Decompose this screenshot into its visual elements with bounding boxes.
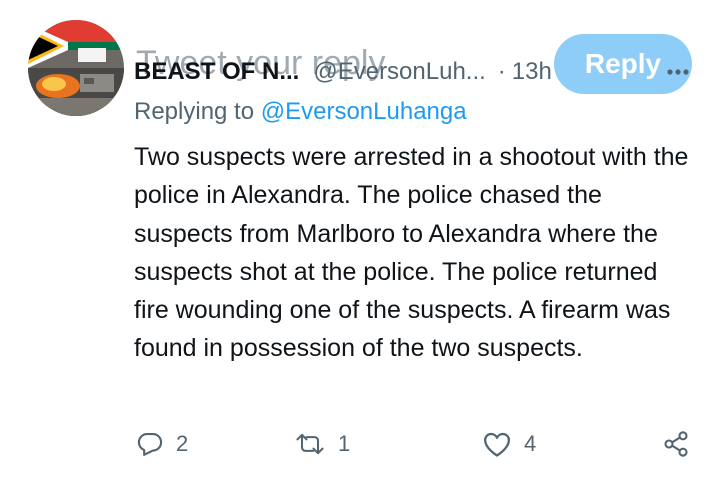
- tweet-header: BEAST OF N... @EversonLuh... · 13h: [134, 52, 694, 92]
- separator-dot: ·: [497, 58, 506, 85]
- share-icon: [664, 431, 688, 457]
- display-name[interactable]: BEAST OF N...: [134, 58, 299, 86]
- reply-bubble-icon: [137, 433, 163, 456]
- reply-count: 2: [176, 431, 189, 456]
- more-horizontal-icon: [667, 69, 689, 75]
- like-action-button[interactable]: 4: [482, 424, 536, 464]
- like-count: 4: [524, 431, 537, 456]
- replying-to-mention[interactable]: @EversonLuhanga: [261, 98, 467, 125]
- heart-icon: [484, 432, 510, 457]
- retweet-count: 1: [338, 431, 351, 456]
- tweet-text: Two suspects were arrested in a shootout…: [134, 143, 689, 363]
- retweet-icon: [296, 433, 324, 455]
- reply-action-button[interactable]: 2: [136, 424, 188, 464]
- user-handle[interactable]: @EversonLuh...: [313, 58, 485, 86]
- tweet-action-bar: 2 1 4: [134, 424, 694, 464]
- more-options-button[interactable]: [664, 58, 692, 86]
- avatar[interactable]: [28, 20, 124, 116]
- tweet-timestamp[interactable]: 13h: [512, 58, 552, 86]
- retweet-action-button[interactable]: 1: [294, 424, 350, 464]
- avatar-image: [28, 20, 124, 116]
- replying-to-line: Replying to @EversonLuhanga: [134, 98, 467, 126]
- replying-to-prefix: Replying to: [134, 98, 261, 125]
- share-action-button[interactable]: [662, 424, 690, 464]
